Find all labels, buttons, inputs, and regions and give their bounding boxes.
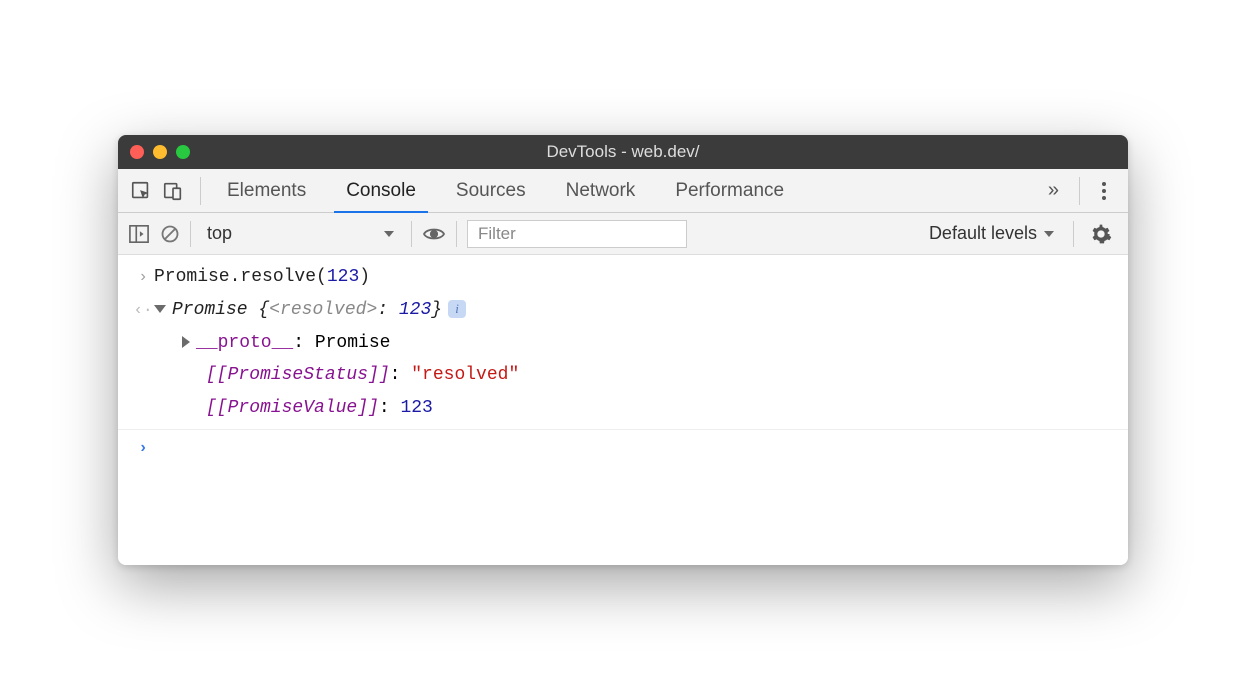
tabs: Elements Console Sources Network Perform…: [207, 169, 1034, 212]
traffic-lights: [130, 145, 190, 159]
log-levels-selector[interactable]: Default levels: [921, 223, 1063, 244]
fullscreen-window-button[interactable]: [176, 145, 190, 159]
tab-performance[interactable]: Performance: [655, 169, 804, 212]
tab-elements[interactable]: Elements: [207, 169, 326, 212]
tab-network[interactable]: Network: [546, 169, 656, 212]
value-line: [[PromiseValue]]: 123: [154, 394, 1114, 423]
divider: [411, 221, 412, 247]
dropdown-triangle-icon: [1043, 230, 1055, 238]
more-tabs-button[interactable]: »: [1034, 179, 1073, 202]
devtools-window: DevTools - web.dev/ Elements Console Sou…: [118, 135, 1128, 565]
device-toolbar-icon[interactable]: [162, 180, 184, 202]
input-expression: Promise.resolve(123): [154, 263, 1114, 292]
toggle-sidebar-icon[interactable]: [128, 224, 150, 244]
live-expression-eye-icon[interactable]: [422, 226, 446, 242]
tab-sources[interactable]: Sources: [436, 169, 546, 212]
context-value: top: [207, 223, 232, 244]
console-input-row[interactable]: › Promise.resolve(123): [118, 261, 1128, 294]
tabbar-left-tools: [124, 169, 194, 212]
close-window-button[interactable]: [130, 145, 144, 159]
console-output: › Promise.resolve(123) ‹· Promise {<reso…: [118, 255, 1128, 565]
divider: [456, 221, 457, 247]
divider: [1079, 177, 1080, 205]
result-status-row[interactable]: [[PromiseStatus]]: "resolved": [118, 359, 1128, 392]
info-badge-icon[interactable]: i: [448, 300, 466, 318]
menu-kebab-button[interactable]: [1086, 169, 1122, 212]
result-summary: Promise {<resolved>: 123}i: [154, 296, 1114, 325]
clear-console-icon[interactable]: [160, 224, 180, 244]
tabbar: Elements Console Sources Network Perform…: [118, 169, 1128, 213]
result-proto-row[interactable]: __proto__: Promise: [118, 327, 1128, 360]
console-settings-gear-icon[interactable]: [1084, 223, 1118, 245]
titlebar: DevTools - web.dev/: [118, 135, 1128, 169]
context-selector[interactable]: top: [201, 223, 401, 244]
divider: [1073, 221, 1074, 247]
console-output-row[interactable]: ‹· Promise {<resolved>: 123}i: [118, 294, 1128, 327]
status-line: [[PromiseStatus]]: "resolved": [154, 361, 1114, 390]
divider: [200, 177, 201, 205]
prompt-chevron-icon: ›: [132, 434, 154, 462]
output-chevron-icon: ‹·: [132, 296, 154, 324]
proto-line: __proto__: Promise: [154, 329, 1114, 358]
console-toolbar: top Default levels: [118, 213, 1128, 255]
inspect-element-icon[interactable]: [130, 180, 152, 202]
divider: [190, 221, 191, 247]
dropdown-triangle-icon: [383, 230, 395, 238]
expand-caret-right-icon[interactable]: [182, 336, 190, 348]
filter-input[interactable]: [467, 220, 687, 248]
input-chevron-icon: ›: [132, 263, 154, 291]
tab-console[interactable]: Console: [326, 169, 436, 212]
result-value-row[interactable]: [[PromiseValue]]: 123: [118, 392, 1128, 425]
console-prompt-row[interactable]: ›: [118, 429, 1128, 464]
window-title: DevTools - web.dev/: [118, 142, 1128, 162]
expand-caret-down-icon[interactable]: [154, 305, 166, 313]
levels-label: Default levels: [929, 223, 1037, 244]
minimize-window-button[interactable]: [153, 145, 167, 159]
